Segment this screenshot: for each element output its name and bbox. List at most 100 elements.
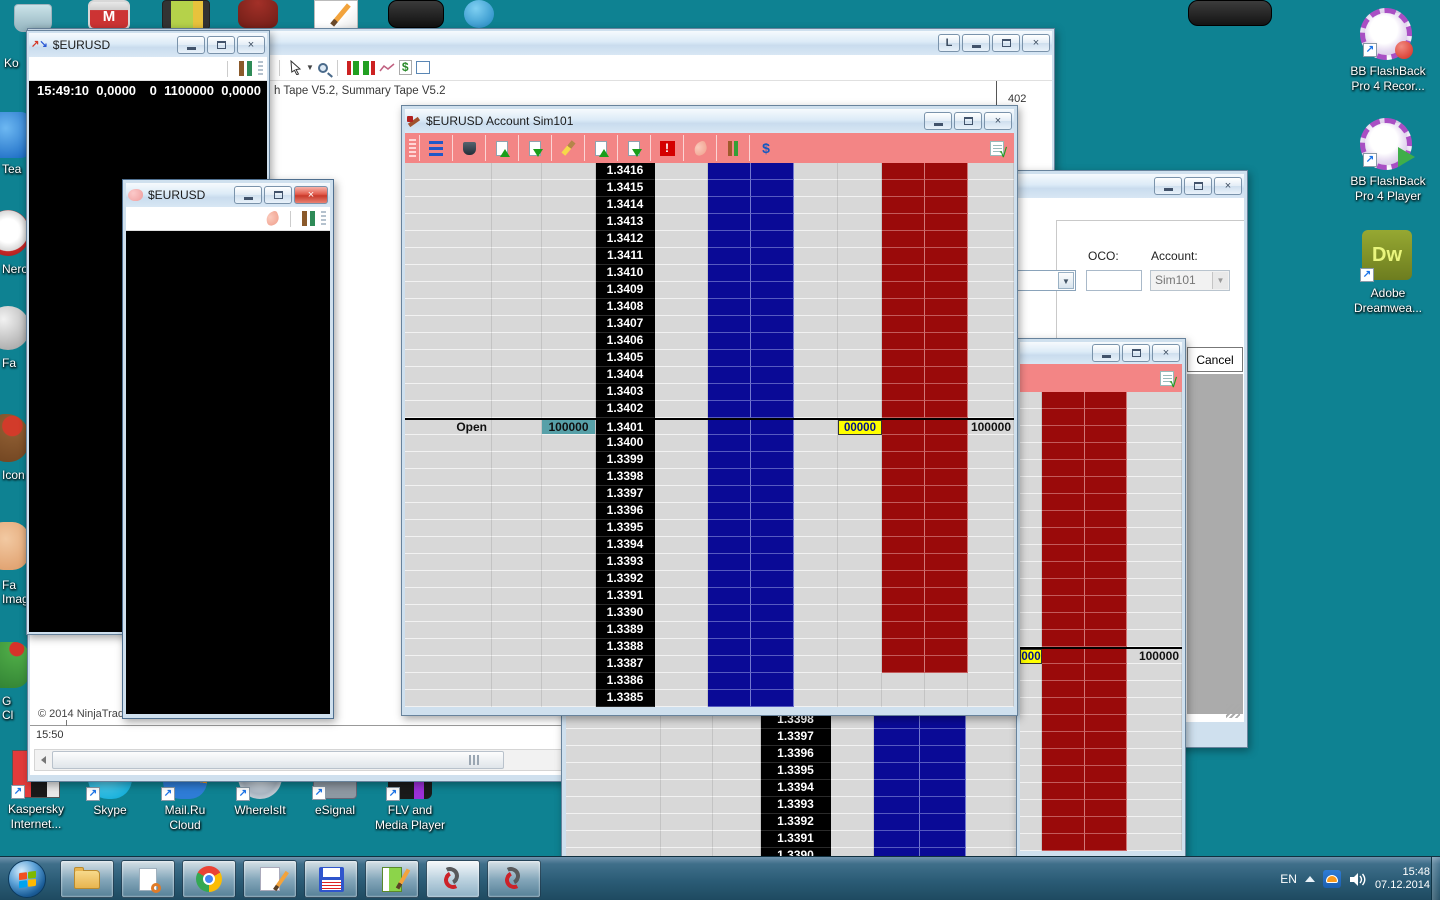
price-cell[interactable]: 1.3403 (596, 384, 655, 401)
maximize-button[interactable] (264, 186, 292, 204)
oco-input[interactable] (1086, 270, 1142, 291)
ladder-cell[interactable] (1127, 630, 1182, 647)
ladder-cell[interactable] (655, 367, 708, 384)
ask-cell[interactable] (1085, 698, 1127, 715)
ladder-cell[interactable] (655, 622, 708, 639)
ladder-cell[interactable] (542, 197, 596, 214)
ladder-cell[interactable] (492, 435, 542, 452)
ladder-cell[interactable] (542, 656, 596, 673)
bid-cell[interactable] (751, 690, 794, 707)
sell-order-button[interactable] (518, 135, 551, 161)
ladder-cell[interactable] (405, 231, 492, 248)
account-combobox[interactable]: Sim101▼ (1150, 270, 1230, 291)
ladder-cell[interactable] (968, 690, 1014, 707)
ladder-cell[interactable] (838, 299, 882, 316)
bid-cell[interactable] (708, 367, 751, 384)
ladder-cell[interactable] (968, 469, 1014, 486)
ask-cell[interactable] (1085, 664, 1127, 681)
ladder-cell[interactable] (794, 639, 838, 656)
bid-cell[interactable] (751, 384, 794, 401)
ladder-cell[interactable] (405, 690, 492, 707)
ladder-cell[interactable] (1020, 783, 1042, 800)
ladder-cell[interactable] (1020, 528, 1042, 545)
price-cell[interactable]: 1.3387 (596, 656, 655, 673)
cursor-dropdown-icon[interactable]: ▼ (306, 63, 314, 72)
close-position-button[interactable]: ! (650, 135, 683, 161)
ladder-cell[interactable] (492, 248, 542, 265)
ladder-cell[interactable] (492, 299, 542, 316)
bid-cell[interactable] (708, 333, 751, 350)
ladder-cell[interactable] (1020, 732, 1042, 749)
ladder-cell[interactable] (492, 180, 542, 197)
ladder-cell[interactable] (838, 673, 882, 690)
taskbar-ninjatrader-button-1[interactable] (426, 860, 480, 898)
bid-cell[interactable] (751, 231, 794, 248)
ask-cell[interactable] (882, 435, 925, 452)
ask-cell[interactable] (1085, 834, 1127, 851)
candlestick-icon[interactable] (363, 61, 375, 75)
ladder-cell[interactable] (492, 384, 542, 401)
ask-cell[interactable] (882, 333, 925, 350)
bid-cell[interactable] (751, 299, 794, 316)
ask-cell[interactable] (882, 367, 925, 384)
dollar-tool-icon[interactable]: $ (399, 60, 412, 75)
bid-cell[interactable] (708, 197, 751, 214)
ladder-cell[interactable] (655, 537, 708, 554)
price-cell[interactable]: 1.3413 (596, 214, 655, 231)
reverse-position-button[interactable] (683, 135, 716, 161)
ladder-cell[interactable] (1127, 545, 1182, 562)
chart-style-icon[interactable] (347, 61, 359, 75)
ladder-cell[interactable] (794, 384, 838, 401)
minimize-button[interactable] (1092, 344, 1120, 362)
ask-cell[interactable] (1042, 766, 1085, 783)
ladder-cell[interactable] (794, 588, 838, 605)
ladder-cell[interactable] (405, 622, 492, 639)
ask-cell[interactable] (1042, 545, 1085, 562)
ladder-cell[interactable] (405, 197, 492, 214)
ladder-cell[interactable] (925, 690, 968, 707)
ladder-cell[interactable] (831, 746, 874, 763)
ask-cell[interactable] (1042, 596, 1085, 613)
bid-cell[interactable] (751, 673, 794, 690)
dom-right-titlebar[interactable]: × (1020, 342, 1182, 364)
ask-cell[interactable] (1085, 715, 1127, 732)
ladder-cell[interactable] (1020, 545, 1042, 562)
ladder-cell[interactable] (713, 814, 761, 831)
bid-cell[interactable] (708, 639, 751, 656)
price-ladder[interactable]: 000100000 (1020, 392, 1182, 851)
ladder-cell[interactable] (405, 588, 492, 605)
bid-cell[interactable] (751, 639, 794, 656)
ladder-cell[interactable] (838, 367, 882, 384)
ladder-cell[interactable] (542, 571, 596, 588)
bid-cell[interactable] (874, 831, 920, 848)
ladder-cell[interactable] (542, 333, 596, 350)
bid-cell[interactable] (751, 163, 794, 180)
ladder-cell[interactable] (794, 265, 838, 282)
ladder-cell[interactable] (405, 486, 492, 503)
price-cell[interactable]: 1.3409 (596, 282, 655, 299)
ask-cell[interactable] (1085, 477, 1127, 494)
ask-cell[interactable] (882, 605, 925, 622)
ladder-cell[interactable] (492, 690, 542, 707)
ask-cell[interactable] (882, 503, 925, 520)
ladder-cell[interactable] (838, 350, 882, 367)
ladder-cell[interactable] (542, 537, 596, 554)
ladder-cell[interactable] (492, 503, 542, 520)
ladder-cell[interactable] (794, 690, 838, 707)
ask-cell[interactable] (1042, 817, 1085, 834)
taskbar-chrome-button[interactable] (182, 860, 236, 898)
ask-cell[interactable] (1085, 766, 1127, 783)
ladder-cell[interactable] (405, 520, 492, 537)
bid-cell[interactable] (708, 554, 751, 571)
ladder-cell[interactable] (542, 520, 596, 537)
ladder-cell[interactable] (794, 180, 838, 197)
bid-cell[interactable] (751, 605, 794, 622)
price-cell[interactable]: 1.3407 (596, 316, 655, 333)
ladder-cell[interactable] (655, 180, 708, 197)
ladder-cell[interactable] (661, 797, 713, 814)
ladder-cell[interactable] (968, 452, 1014, 469)
ladder-cell[interactable] (1020, 579, 1042, 596)
zoom-icon[interactable] (318, 63, 328, 73)
ladder-cell[interactable] (794, 503, 838, 520)
price-cell[interactable]: 1.3408 (596, 299, 655, 316)
